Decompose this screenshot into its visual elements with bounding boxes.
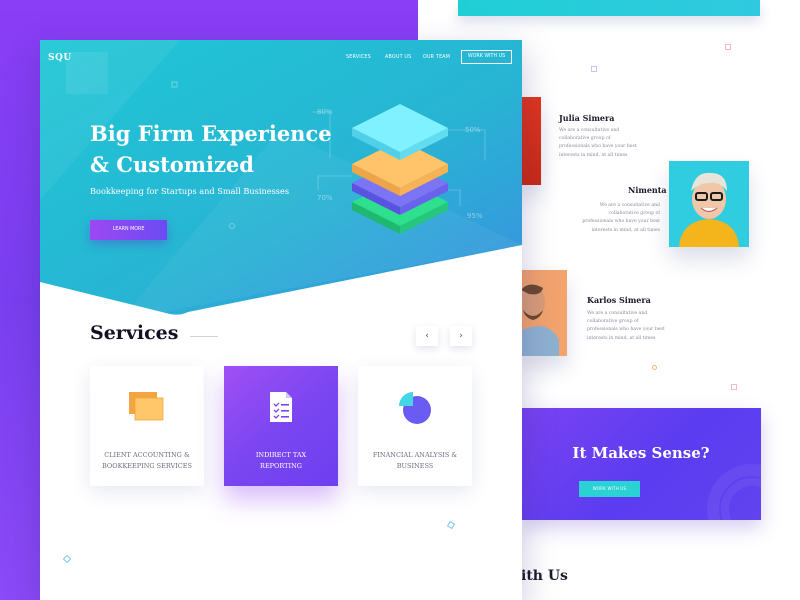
- service-card-financial-analysis[interactable]: FINANCIAL ANALYSIS & BUSINESS: [358, 366, 472, 486]
- service-card-indirect-tax[interactable]: INDIRECT TAX REPORTING: [224, 366, 338, 486]
- portrait-image: [669, 161, 749, 247]
- team-name: Julia Simera: [559, 113, 615, 123]
- stat-label: 50%: [465, 126, 481, 134]
- nav-link-services[interactable]: SERVICES: [346, 55, 371, 60]
- pie-chart-icon: [358, 390, 472, 430]
- hero-subtitle: Bookkeeping for Startups and Small Busin…: [90, 186, 290, 196]
- section-heading-partial: ith Us: [521, 568, 568, 584]
- team-photo-julia: [519, 97, 541, 185]
- team-description: We are a consultative and collaborative …: [587, 311, 665, 341]
- card-label-line: BUSINESS: [396, 461, 434, 470]
- stack-illustration: [352, 104, 448, 234]
- checklist-icon: [224, 390, 338, 430]
- card-label-line: INDIRECT TAX: [255, 451, 307, 459]
- hero-title: Big Firm Experience & Customized: [90, 118, 360, 180]
- hero-section: SQU SERVICES ABOUT US OUR TEAM WORK WITH…: [40, 40, 522, 320]
- card-label-line: REPORTING: [260, 461, 302, 470]
- service-card-label: CLIENT ACCOUNTING & BOOKKEEPING SERVICES: [96, 450, 198, 471]
- cta-title: It Makes Sense?: [572, 444, 710, 462]
- card-label-line: BOOKKEEPING SERVICES: [102, 461, 192, 470]
- nav-link-our-team[interactable]: OUR TEAM: [423, 55, 450, 60]
- card-label-line: CLIENT ACCOUNTING &: [104, 451, 190, 459]
- decor-square: [725, 44, 731, 50]
- stat-label: 95%: [467, 212, 483, 220]
- team-description: We are a consultative and collaborative …: [582, 203, 660, 233]
- documents-icon: [90, 390, 204, 430]
- stat-label: 80%: [317, 108, 333, 116]
- learn-more-button[interactable]: LEARN MORE: [90, 220, 167, 240]
- team-photo-nimenta: [669, 161, 749, 247]
- decor-dot: [652, 365, 657, 370]
- decor-square: [446, 520, 456, 530]
- services-heading: Services: [90, 322, 179, 344]
- landing-page: SQU SERVICES ABOUT US OUR TEAM WORK WITH…: [40, 40, 522, 600]
- team-name: Nimenta: [628, 185, 667, 195]
- decor-square: [62, 554, 72, 564]
- nav-work-with-us-button[interactable]: WORK WITH US: [461, 50, 512, 64]
- hero-title-line: Big Firm Experience: [90, 121, 332, 146]
- back-page-top-bar: [458, 0, 760, 16]
- team-name: Karlos Simera: [587, 295, 651, 305]
- hero-title-line: & Customized: [90, 152, 254, 177]
- stat-label: 70%: [317, 194, 333, 202]
- card-label-line: FINANCIAL ANALYSIS &: [372, 451, 458, 459]
- decor-square: [731, 384, 737, 390]
- team-description: We are a consultative and collaborative …: [559, 128, 637, 158]
- prev-arrow-button[interactable]: ‹: [416, 326, 438, 346]
- next-arrow-button[interactable]: ›: [450, 326, 472, 346]
- hero-background: [40, 40, 522, 320]
- service-card-label: FINANCIAL ANALYSIS & BUSINESS: [364, 450, 466, 471]
- service-card-accounting[interactable]: CLIENT ACCOUNTING & BOOKKEEPING SERVICES: [90, 366, 204, 486]
- cta-banner: It Makes Sense? WORK WITH US: [521, 408, 761, 520]
- service-card-label: INDIRECT TAX REPORTING: [230, 450, 332, 471]
- team-photo-karlos: [519, 270, 567, 356]
- portrait-image: [519, 270, 567, 356]
- heading-divider: [190, 336, 218, 337]
- decor-square: [591, 66, 597, 72]
- nav-link-about-us[interactable]: ABOUT US: [385, 55, 411, 60]
- cta-work-with-us-button[interactable]: WORK WITH US: [579, 481, 640, 497]
- brand-logo[interactable]: SQU: [48, 53, 72, 63]
